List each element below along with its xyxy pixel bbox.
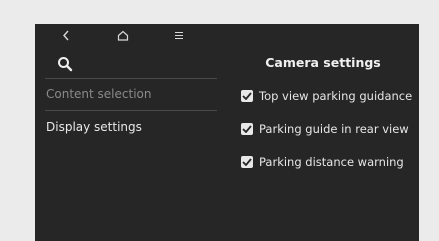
home-icon [117,30,129,41]
checkmark-icon [242,125,252,133]
search-button[interactable] [53,52,77,76]
chevron-left-icon [63,30,69,40]
home-button[interactable] [112,26,134,44]
checkmark-icon [242,92,252,100]
camera-settings-panel: Camera settings Top view parking guidanc… [231,46,415,241]
checkbox-checked[interactable] [241,156,253,168]
settings-sidebar: Content selection Display settings [35,46,223,241]
checkbox-checked[interactable] [241,123,253,135]
option-label: Parking guide in rear view [259,122,409,136]
checkbox-checked[interactable] [241,90,253,102]
option-label: Parking distance warning [259,155,404,169]
infotainment-screen: Content selection Display settings Camer… [35,24,419,241]
option-top-view-parking-guidance[interactable]: Top view parking guidance [241,86,412,106]
sidebar-item-display-settings[interactable]: Display settings [46,116,142,138]
option-parking-guide-rear-view[interactable]: Parking guide in rear view [241,119,409,139]
menu-button[interactable] [168,26,190,44]
panel-title: Camera settings [265,55,381,70]
sidebar-item-content-selection[interactable]: Content selection [46,83,151,105]
search-icon [58,57,73,72]
hamburger-menu-icon [175,31,183,39]
checkmark-icon [242,158,252,166]
back-button[interactable] [55,26,77,44]
sidebar-divider [45,78,217,79]
top-navigation-bar [35,24,235,46]
sidebar-divider [45,110,217,111]
option-label: Top view parking guidance [259,89,413,103]
option-parking-distance-warning[interactable]: Parking distance warning [241,152,404,172]
